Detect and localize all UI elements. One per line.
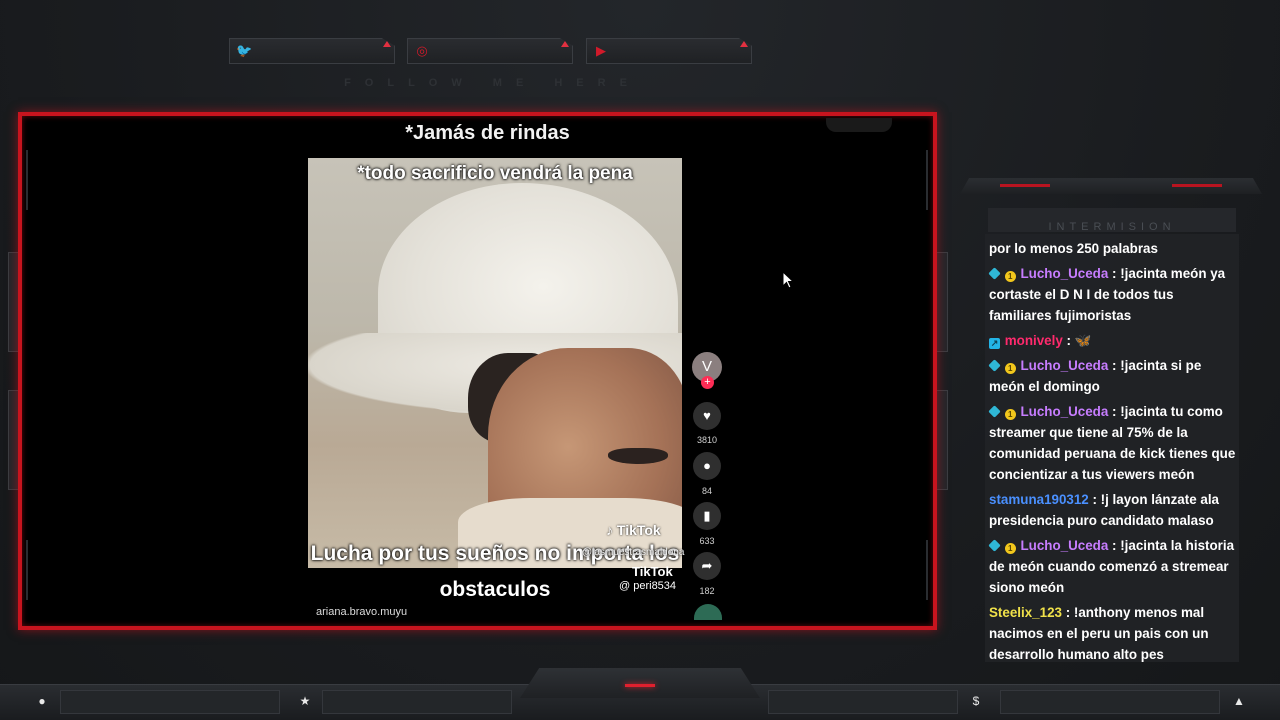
chat-username[interactable]: stamuna190312 [989,492,1089,507]
gem-badge-icon [988,359,1001,372]
chat-message: 1 Lucho_Uceda : !jacinta la historia de … [988,535,1237,598]
tiktok-watermark-2: TikTok [632,564,673,579]
chat-message: stamuna190312 : !j layon lánzate ala pre… [989,489,1237,531]
chat-username[interactable]: Lucho_Uceda [1020,538,1108,553]
flame-icon: ▲ [1233,694,1245,708]
tiktok-watermark-text: TikTok [616,522,661,538]
chat-separator: : [1108,538,1121,553]
bottom-center-piece [520,668,760,698]
like-button[interactable]: ♥ [693,402,721,430]
instagram-link[interactable]: ◎ [407,38,573,64]
youtube-icon: ▶ [596,43,606,58]
intermission-label: INTERMISION [988,208,1236,233]
comment-icon: ● [703,458,711,473]
follow-plus-icon[interactable]: + [701,376,714,389]
tiktok-watermark: ♪ TikTok [606,522,661,538]
bottom-slot [60,690,280,714]
star-icon: ★ [299,694,311,708]
instagram-icon: ◎ [416,43,428,58]
coin-badge-icon: 1 [1004,543,1016,554]
panel-accent [1000,184,1050,187]
panel-accent [1172,184,1222,187]
user-icon: ● [38,694,46,708]
dollar-icon: $ [972,694,980,708]
share-icon: ➦ [701,558,713,573]
tiktok-video[interactable] [308,158,682,568]
video-top-caption: *todo sacrificio vendrá la pena [357,163,633,184]
chat-username[interactable]: Lucho_Uceda [1020,404,1108,419]
chat-separator: : [1088,492,1101,507]
save-count: 633 [699,536,715,546]
save-button[interactable]: ▮ [693,502,721,530]
bottom-slot [322,690,512,714]
share-button[interactable]: ➦ [693,552,721,580]
chat-message: Steelix_123 : !anthony menos mal nacimos… [989,602,1237,662]
video-title: *Jamás de rindas [405,122,570,144]
bookmark-icon: ▮ [703,508,711,523]
bottom-center-glow [625,684,655,687]
youtube-link[interactable]: ▶ [586,38,752,64]
frame-tick [926,540,928,600]
chat-message: por lo menos 250 palabras [989,238,1237,259]
chat-username[interactable]: Steelix_123 [989,605,1062,620]
follow-me-label: FOLLOW ME HERE [344,77,641,89]
chat-username[interactable]: monively [1005,333,1063,348]
frame-tick [926,150,928,210]
chat-username[interactable]: Lucho_Uceda [1020,266,1108,281]
chat-message: ↗ monively : 🦋 [989,330,1237,351]
frame-tick [26,540,28,600]
chat-text: por lo menos 250 palabras [989,241,1158,256]
mouse-cursor-icon [782,271,794,289]
coin-badge-icon: 1 [1004,363,1016,374]
comment-button[interactable]: ● [693,452,721,480]
chat-separator: : [1108,266,1121,281]
twitter-link[interactable]: 🐦 [229,38,395,64]
tiktok-username[interactable]: ariana.bravo.muyu [316,606,407,618]
bottom-slot [768,690,958,714]
arrow-badge-icon: ↗ [989,338,1000,349]
chat-message: 1 Lucho_Uceda : !jacinta tu como streame… [988,401,1237,485]
chat-separator: : [1108,358,1121,373]
video-moustache [608,448,668,464]
gem-badge-icon [988,539,1001,552]
frame-tick [26,150,28,210]
gem-badge-icon [988,267,1001,280]
tiktok-handle-1: @lasmuestrasmaldona [582,547,685,558]
chat-username[interactable]: Lucho_Uceda [1020,358,1108,373]
chat-separator: : [1108,404,1121,419]
gem-badge-icon [988,405,1001,418]
chat-separator: : [1062,333,1075,348]
comment-count: 84 [701,486,712,496]
panel-top-bar [960,178,1262,194]
chat-message: 1 Lucho_Uceda : !jacinta si pe meón el d… [988,355,1237,397]
chat-message: 1 Lucho_Uceda : !jacinta meón ya cortast… [988,263,1237,326]
twitter-icon: 🐦 [236,43,253,58]
coin-badge-icon: 1 [1004,409,1016,420]
heart-icon: ♥ [703,408,711,423]
chat-text: 🦋 [1074,333,1092,348]
bottom-slot [1000,690,1220,714]
chat-panel: por lo menos 250 palabras 1 Lucho_Uceda … [985,234,1239,662]
chat-separator: : [1061,605,1074,620]
like-count: 3810 [696,435,718,445]
coin-badge-icon: 1 [1004,271,1016,282]
tiktok-handle-2: @ peri8534 [619,580,677,592]
share-count: 182 [699,586,715,596]
